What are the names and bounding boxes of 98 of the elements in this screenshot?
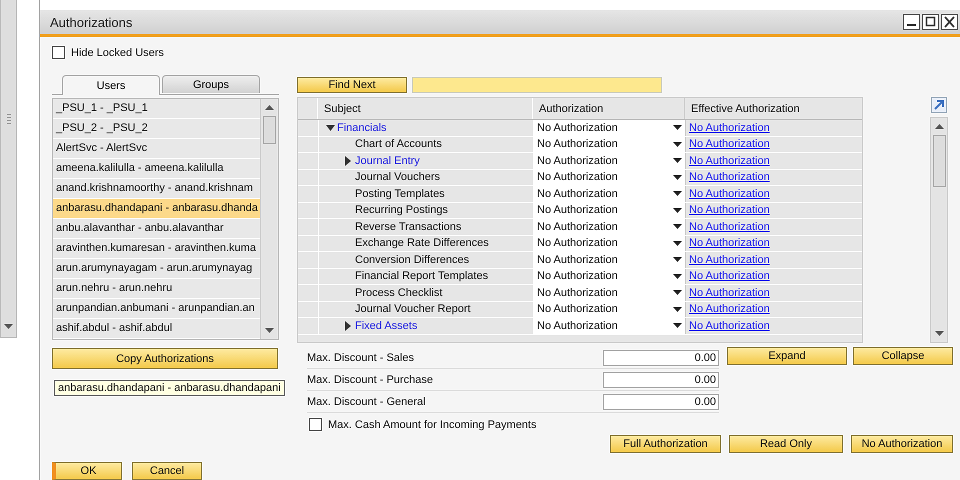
dialog-button[interactable]: OK (52, 462, 122, 480)
down-arrow-icon[interactable] (264, 328, 274, 333)
checkbox[interactable] (52, 46, 65, 59)
toolbar-button[interactable]: Collapse (853, 347, 953, 365)
tooltip: anbarasu.dhandapani - anbarasu.dhandapani (54, 380, 285, 396)
dropdown-arrow-icon (673, 306, 682, 312)
input-field[interactable]: 0.00 (603, 350, 719, 366)
tab[interactable]: Users (62, 75, 160, 95)
subject-text: Conversion Differences (355, 254, 470, 266)
close-icon[interactable] (941, 14, 958, 30)
field-label: Max. Discount - General (307, 396, 426, 408)
preset-button[interactable]: Read Only (728, 435, 843, 453)
dropdown-arrow-icon (673, 158, 682, 164)
checkbox-label: Max. Cash Amount for Incoming Payments (328, 418, 536, 430)
authorization-dropdown[interactable]: No Authorization (534, 285, 686, 300)
diagonal-arrow-icon[interactable] (931, 97, 947, 113)
collapsed-triangle-icon[interactable] (345, 156, 351, 166)
subject-text: Process Checklist (355, 286, 442, 299)
dropdown-arrow-icon (673, 323, 682, 328)
dropdown-arrow-icon (673, 208, 682, 213)
user-list-item[interactable]: anbarasu.dhandapani - anbarasu.dhanda (53, 199, 260, 219)
dropdown-arrow-icon (673, 274, 682, 279)
subject-text: Journal Voucher Report (355, 303, 471, 316)
effective-authorization-link[interactable]: No Authorization (689, 154, 770, 167)
preset-button[interactable]: Full Authorization (610, 435, 721, 453)
subject-text[interactable]: Financials (337, 122, 387, 134)
dropdown-arrow-icon (673, 191, 682, 196)
dialog-button[interactable]: Cancel (132, 462, 202, 480)
preset-button[interactable]: No Authorization (850, 435, 953, 453)
authorization-dropdown[interactable]: No Authorization (534, 302, 686, 317)
subject-text: Journal Vouchers (355, 171, 440, 184)
down-arrow-icon[interactable] (4, 324, 13, 329)
scrollbar[interactable] (930, 117, 948, 343)
column-header[interactable]: Effective Authorization (685, 98, 858, 119)
subject-text: Financial Report Templates (355, 270, 488, 282)
dropdown-arrow-icon (673, 240, 682, 246)
checkbox[interactable] (309, 418, 322, 431)
authorization-dropdown[interactable]: No Authorization (534, 186, 686, 202)
subject-text: Posting Templates (355, 188, 445, 200)
authorization-dropdown[interactable]: No Authorization (534, 153, 686, 168)
scroll-thumb[interactable] (262, 116, 276, 144)
field-label: Max. Discount - Purchase (307, 374, 433, 386)
subject-text: Exchange Rate Differences (355, 237, 489, 250)
effective-authorization-link[interactable]: No Authorization (689, 171, 770, 184)
authorization-dropdown[interactable]: No Authorization (534, 236, 686, 251)
toolbar-button[interactable]: Expand (727, 347, 847, 365)
effective-authorization-link[interactable]: No Authorization (689, 286, 770, 299)
dropdown-arrow-icon (673, 290, 682, 296)
authorization-dropdown[interactable]: No Authorization (534, 318, 686, 334)
effective-authorization-link[interactable]: No Authorization (689, 220, 770, 233)
effective-authorization-link[interactable]: No Authorization (689, 122, 770, 134)
effective-authorization-link[interactable]: No Authorization (689, 188, 770, 200)
effective-authorization-link[interactable]: No Authorization (689, 303, 770, 316)
collapsed-triangle-icon[interactable] (345, 320, 351, 331)
checkbox-label: Hide Locked Users (71, 46, 164, 58)
effective-authorization-link[interactable]: No Authorization (689, 270, 770, 282)
dropdown-arrow-icon (673, 142, 682, 147)
dropdown-arrow-icon (673, 125, 682, 130)
search-field[interactable] (412, 77, 662, 93)
field-label: Max. Discount - Sales (307, 352, 414, 364)
authorization-dropdown[interactable]: No Authorization (534, 120, 686, 136)
authorization-dropdown[interactable]: No Authorization (534, 252, 686, 268)
up-arrow-icon[interactable] (934, 124, 944, 129)
effective-authorization-link[interactable]: No Authorization (689, 237, 770, 250)
scrollbar[interactable] (260, 99, 277, 339)
tab[interactable]: Groups (162, 75, 260, 93)
authorization-dropdown[interactable]: No Authorization (534, 219, 686, 234)
column-header[interactable]: Authorization (533, 98, 685, 119)
expanded-triangle-icon[interactable] (326, 124, 334, 131)
input-field[interactable]: 0.00 (603, 372, 719, 388)
column-header[interactable]: Subject (318, 98, 533, 119)
minimize-icon[interactable] (903, 14, 920, 30)
effective-authorization-link[interactable]: No Authorization (689, 138, 770, 150)
authorization-dropdown[interactable]: No Authorization (534, 170, 686, 185)
dropdown-arrow-icon (673, 174, 682, 180)
scrollbar[interactable] (0, 0, 17, 338)
scroll-thumb[interactable] (932, 135, 946, 187)
up-arrow-icon[interactable] (264, 105, 274, 110)
window-title: Authorizations (50, 14, 134, 30)
authorization-dropdown[interactable]: No Authorization (534, 202, 686, 218)
subject-text: Reverse Transactions (355, 220, 462, 233)
grip-icon (7, 114, 11, 124)
authorization-dropdown[interactable]: No Authorization (534, 268, 686, 284)
effective-authorization-link[interactable]: No Authorization (689, 204, 770, 216)
effective-authorization-link[interactable]: No Authorization (689, 320, 770, 332)
subject-text[interactable]: Journal Entry (355, 154, 420, 167)
effective-authorization-link[interactable]: No Authorization (689, 254, 770, 266)
dropdown-arrow-icon (673, 257, 682, 262)
authorization-dropdown[interactable]: No Authorization (534, 136, 686, 152)
subject-text: Recurring Postings (355, 204, 448, 216)
find-next-button[interactable]: Find Next (297, 77, 407, 93)
maximize-icon[interactable] (922, 14, 939, 30)
down-arrow-icon[interactable] (934, 331, 944, 336)
dropdown-arrow-icon (673, 224, 682, 230)
copy-authorizations-button[interactable]: Copy Authorizations (52, 348, 278, 369)
subject-text: Chart of Accounts (355, 138, 442, 150)
input-field[interactable]: 0.00 (603, 394, 719, 410)
subject-text[interactable]: Fixed Assets (355, 320, 418, 332)
